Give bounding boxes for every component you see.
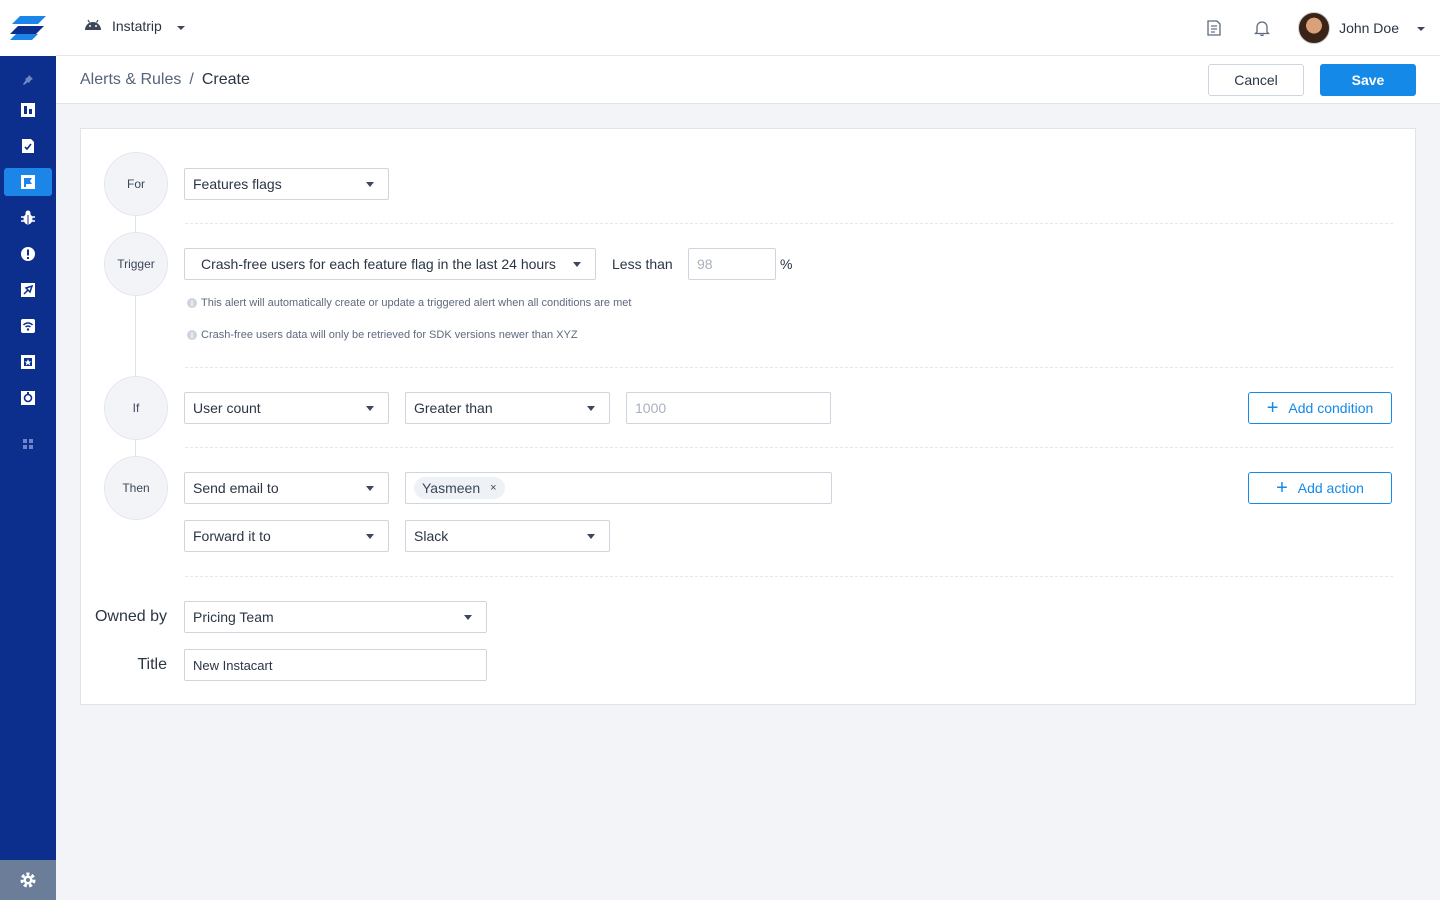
bug-icon[interactable]: [4, 204, 52, 232]
step-for: For: [104, 152, 168, 216]
breadcrumb: Alerts & Rules / Create: [80, 71, 250, 89]
for-select-value: Features flags: [193, 176, 282, 192]
apps-grid-icon[interactable]: [4, 430, 52, 458]
step-connector: [135, 440, 136, 456]
add-action-label: Add action: [1297, 480, 1364, 496]
alert-icon[interactable]: [4, 240, 52, 268]
then-action-2-value: Forward it to: [193, 528, 271, 544]
trigger-metric-select[interactable]: Crash-free users for each feature flag i…: [184, 248, 596, 280]
release-icon[interactable]: [4, 276, 52, 304]
remove-tag-icon[interactable]: ×: [490, 482, 496, 494]
email-recipients-input[interactable]: Yasmeen ×: [405, 472, 832, 504]
caret-down-icon: [366, 534, 374, 539]
hint-text: Crash-free users data will only be retri…: [201, 329, 578, 341]
chevron-down-icon: [176, 18, 186, 34]
section-divider: [185, 223, 1393, 224]
forward-target-select[interactable]: Slack: [405, 520, 610, 552]
owned-by-value: Pricing Team: [193, 609, 274, 625]
user-menu[interactable]: John Doe: [1298, 12, 1426, 44]
percent-unit: %: [780, 256, 793, 272]
avatar: [1298, 12, 1331, 44]
breadcrumb-separator: /: [189, 71, 194, 88]
flag-icon[interactable]: [4, 168, 52, 196]
caret-down-icon: [587, 534, 595, 539]
add-action-button[interactable]: + Add action: [1248, 472, 1392, 504]
plus-icon: +: [1276, 477, 1288, 499]
network-icon[interactable]: [4, 312, 52, 340]
sidebar: [0, 0, 56, 900]
settings-icon[interactable]: [0, 860, 56, 900]
for-select[interactable]: Features flags: [184, 168, 389, 200]
save-button[interactable]: Save: [1320, 64, 1416, 96]
if-field-select[interactable]: User count: [184, 392, 389, 424]
caret-down-icon: [587, 406, 595, 411]
owned-by-select[interactable]: Pricing Team: [184, 601, 487, 633]
app-name: Instatrip: [112, 18, 162, 34]
page-header: Alerts & Rules / Create Cancel Save: [56, 56, 1440, 104]
plus-icon: +: [1266, 397, 1279, 419]
cancel-button[interactable]: Cancel: [1208, 64, 1304, 96]
top-bar: Instatrip John Doe: [56, 0, 1440, 56]
title-label: Title: [137, 656, 167, 673]
survey-icon[interactable]: [4, 384, 52, 412]
caret-down-icon: [366, 486, 374, 491]
hint-alert-behavior: i This alert will automatically create o…: [187, 297, 631, 309]
breadcrumb-current: Create: [201, 71, 250, 88]
add-condition-label: Add condition: [1288, 400, 1374, 416]
if-field-value: User count: [193, 400, 261, 416]
section-divider: [185, 367, 1393, 368]
bell-icon[interactable]: [1242, 8, 1282, 48]
caret-down-icon: [573, 262, 581, 267]
chevron-down-icon: [1416, 19, 1426, 37]
step-connector: [135, 216, 136, 232]
recipient-tag-label: Yasmeen: [422, 480, 481, 496]
step-connector: [135, 296, 136, 376]
features-icon[interactable]: [4, 348, 52, 376]
user-name: John Doe: [1339, 20, 1399, 36]
if-operator-select[interactable]: Greater than: [405, 392, 610, 424]
if-value-input[interactable]: [626, 392, 831, 424]
title-input[interactable]: [184, 649, 487, 681]
owned-by-label: Owned by: [94, 608, 167, 625]
trigger-operator: Less than: [612, 256, 673, 272]
step-if: If: [104, 376, 168, 440]
then-action-select[interactable]: Send email to: [184, 472, 389, 504]
section-divider: [185, 447, 1393, 448]
add-condition-button[interactable]: + Add condition: [1248, 392, 1392, 424]
if-operator-value: Greater than: [414, 400, 493, 416]
forward-target-value: Slack: [414, 528, 449, 544]
recipient-tag: Yasmeen ×: [414, 477, 505, 499]
hint-text: This alert will automatically create or …: [201, 297, 632, 309]
android-icon: [84, 18, 102, 34]
report-icon[interactable]: [4, 132, 52, 160]
hint-sdk-version: i Crash-free users data will only be ret…: [187, 329, 578, 341]
info-icon: i: [187, 298, 197, 308]
app-switcher[interactable]: Instatrip: [84, 18, 186, 34]
pin-icon[interactable]: [4, 66, 52, 94]
info-icon: i: [187, 330, 197, 340]
trigger-metric-value: Crash-free users for each feature flag i…: [201, 256, 556, 272]
rule-form-card: For Features flags Trigger Crash-free us…: [80, 128, 1416, 705]
docs-icon[interactable]: [1194, 8, 1234, 48]
section-divider: [185, 576, 1393, 577]
dashboard-icon[interactable]: [4, 96, 52, 124]
step-then: Then: [104, 456, 168, 520]
then-action-select-2[interactable]: Forward it to: [184, 520, 389, 552]
caret-down-icon: [366, 406, 374, 411]
logo-icon[interactable]: [0, 0, 56, 56]
caret-down-icon: [464, 615, 472, 620]
breadcrumb-parent[interactable]: Alerts & Rules: [80, 71, 181, 89]
step-trigger: Trigger: [104, 232, 168, 296]
caret-down-icon: [366, 182, 374, 187]
then-action-value: Send email to: [193, 480, 279, 496]
trigger-threshold-input[interactable]: [688, 248, 776, 280]
